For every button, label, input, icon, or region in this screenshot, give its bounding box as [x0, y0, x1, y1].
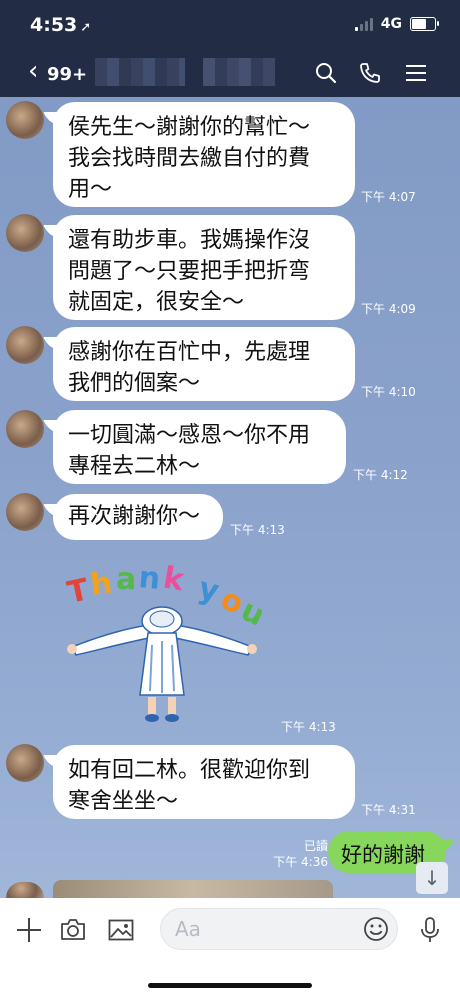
network-label: 4G [380, 16, 402, 32]
message-bubble[interactable]: 一切圓滿～感恩～你不用 專程去二林～ [53, 410, 346, 484]
message-bubble[interactable]: 感謝你在百忙中，先處理 我們的個案～ [53, 327, 355, 401]
read-receipt: 已讀 下午 4:36 [273, 838, 328, 870]
message-input[interactable]: Aa [160, 908, 398, 950]
sticker-time: 下午 4:13 [281, 720, 336, 734]
avatar[interactable] [6, 101, 44, 139]
sticker-letter-k: k [161, 560, 188, 598]
sticker-figure [67, 606, 257, 722]
message-time: 下午 4:07 [361, 190, 416, 204]
status-time: 4:53 ➚ [30, 14, 92, 36]
camera-icon[interactable] [59, 916, 87, 944]
message-text: 感謝你在百忙中，先處理 我們的個案～ [68, 340, 311, 396]
arrow-down-icon: ↓ [423, 866, 441, 890]
input-bar: Aa [0, 898, 460, 995]
message-time: 下午 4:10 [361, 385, 416, 399]
signal-icon [354, 17, 373, 31]
message-text: 侯先生～謝謝你的幫忙～ 我会找時間去繳自付的費 用～ [68, 115, 311, 202]
home-indicator [148, 983, 312, 988]
message-bubble[interactable]: 侯先生～謝謝你的幫忙～ 我会找時間去繳自付的費 用～ [53, 102, 355, 207]
message-time: 下午 4:31 [361, 803, 416, 817]
message-text: 再次謝謝你～ [68, 504, 201, 529]
avatar[interactable] [6, 214, 44, 252]
avatar[interactable] [6, 326, 44, 364]
back-button[interactable]: ‹ [28, 58, 38, 84]
my-message-time: 下午 4:36 [273, 855, 328, 869]
microphone-icon[interactable] [416, 916, 444, 944]
chat-name-blurred [95, 58, 185, 86]
avatar[interactable] [6, 882, 44, 898]
sticker-letter-h: h [88, 565, 114, 603]
menu-icon[interactable] [404, 61, 428, 85]
message-text: 如有回二林。很歡迎你到 寒舍坐坐～ [68, 758, 311, 814]
chat-screen: 4:53 ➚ 4G ‹ 99+ 侯先生～謝謝你的幫忙～ 我会找時間去繳自付的費 … [0, 0, 460, 995]
message-text: 一切圓滿～感恩～你不用 專程去二林～ [68, 423, 311, 479]
sticker-letter-y: y [195, 571, 223, 610]
read-label: 已讀 [303, 839, 328, 853]
chat-header: ‹ 99+ [0, 52, 460, 94]
image-icon[interactable] [107, 916, 135, 944]
my-message-text: 好的謝謝 [341, 843, 425, 867]
sticker-letter-n: n [137, 560, 161, 597]
chat-name-blurred-2 [203, 58, 275, 86]
phone-icon[interactable] [358, 61, 382, 85]
avatar[interactable] [6, 410, 44, 448]
emoji-icon[interactable] [363, 916, 389, 942]
message-placeholder: Aa [175, 917, 201, 941]
unread-count: 99+ [47, 64, 88, 85]
thank-you-sticker[interactable]: T h a n k y o u [62, 555, 262, 730]
message-time: 下午 4:12 [353, 468, 408, 482]
avatar[interactable] [6, 493, 44, 531]
search-icon[interactable] [314, 61, 338, 85]
sticker-letter-a: a [116, 562, 136, 597]
message-bubble[interactable]: 再次謝謝你～ [53, 494, 223, 540]
status-indicators: 4G [354, 16, 439, 32]
message-bubble[interactable]: 如有回二林。很歡迎你到 寒舍坐坐～ [53, 745, 355, 819]
message-time: 下午 4:09 [361, 302, 416, 316]
avatar[interactable] [6, 744, 44, 782]
message-bubble[interactable]: 還有助步車。我媽操作沒 問題了～只要把手把折弯 就固定，很安全～ [53, 215, 355, 320]
scroll-down-button[interactable]: ↓ [416, 862, 448, 894]
sticker-letter-T: T [64, 572, 92, 611]
message-text: 還有助步車。我媽操作沒 問題了～只要把手把折弯 就固定，很安全～ [68, 228, 311, 315]
top-bar: 4:53 ➚ 4G ‹ 99+ [0, 0, 460, 97]
plus-icon[interactable] [15, 916, 43, 944]
battery-icon [410, 17, 439, 31]
message-time: 下午 4:13 [230, 523, 285, 537]
location-arrow-icon: ➚ [80, 20, 92, 35]
